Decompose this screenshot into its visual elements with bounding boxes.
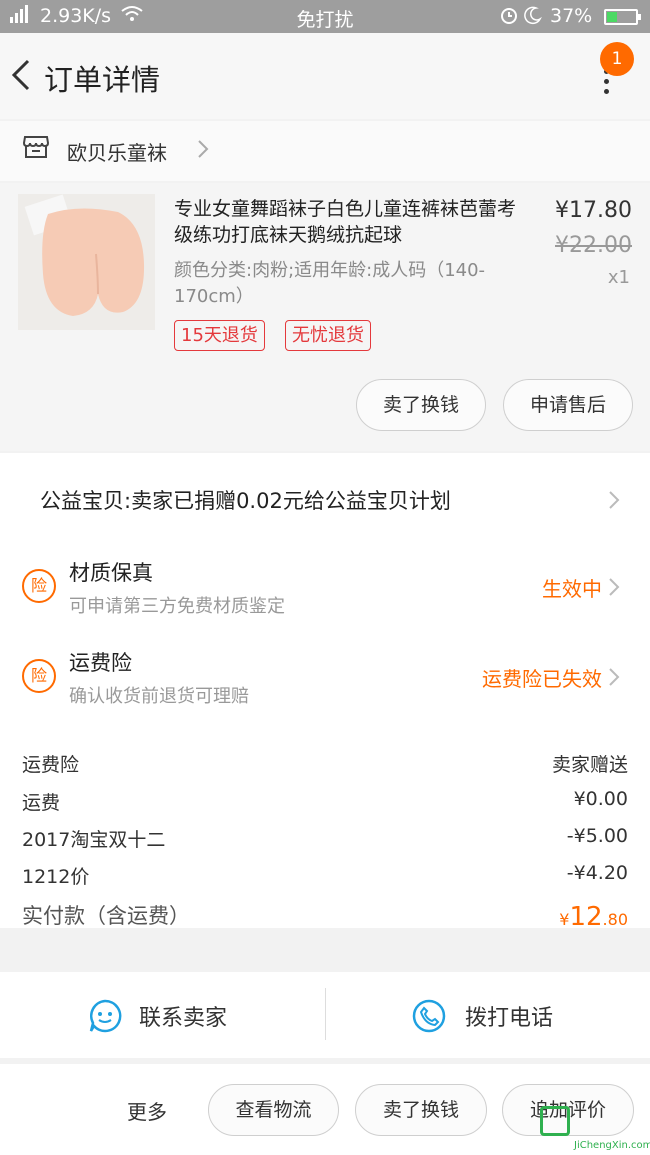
view-logistics-button[interactable]: 查看物流	[208, 1084, 339, 1136]
worry-free-return-tag: 无忧退货	[285, 320, 371, 351]
watermark-text: JiChengXin.com	[574, 1140, 650, 1151]
product-item[interactable]: 专业女童舞蹈袜子白色儿童连裤袜芭蕾考级练功打底袜天鹅绒抗起球 颜色分类:肉粉;适…	[0, 183, 650, 451]
battery-percent: 37%	[550, 5, 593, 27]
shipping-insurance-row[interactable]: 险 运费险 确认收货前退货可理赔 运费险已失效	[0, 635, 650, 725]
phone-icon	[411, 998, 447, 1038]
fee-value: -¥4.20	[566, 862, 628, 884]
resell-button[interactable]: 卖了换钱	[355, 1084, 487, 1136]
chevron-right-icon	[607, 575, 621, 603]
chevron-right-icon	[607, 488, 621, 516]
total-currency: ¥	[559, 910, 570, 929]
service-status: 运费险已失效	[482, 667, 602, 691]
charity-row[interactable]: 公益宝贝:卖家已捐赠0.02元给公益宝贝计划	[0, 453, 650, 545]
product-price: ¥17.80	[555, 198, 632, 223]
chevron-right-icon	[196, 137, 210, 165]
more-button[interactable]: 更多	[127, 1096, 167, 1125]
after-sales-button[interactable]: 申请售后	[503, 379, 633, 431]
fee-summary: 运费险 卖家赠送 运费 ¥0.00 2017淘宝双十二 -¥5.00 1212价…	[0, 725, 650, 932]
battery-icon	[604, 9, 641, 25]
material-guarantee-row[interactable]: 险 材质保真 可申请第三方免费材质鉴定 生效中	[0, 545, 650, 635]
back-icon[interactable]	[8, 55, 38, 95]
product-quantity: x1	[607, 267, 630, 288]
service-description: 可申请第三方免费材质鉴定	[69, 596, 285, 617]
call-button[interactable]: 拨打电话	[325, 972, 650, 1058]
original-price: ¥22.00	[555, 233, 632, 258]
charity-text: 公益宝贝:卖家已捐赠0.02元给公益宝贝计划	[40, 489, 451, 513]
fee-value: -¥5.00	[566, 825, 628, 847]
watermark: JiChengXin.com	[540, 1100, 650, 1155]
service-title: 运费险	[69, 651, 132, 675]
notification-badge: 1	[600, 42, 634, 76]
store-row[interactable]: 欧贝乐童袜	[0, 121, 650, 181]
status-bar: 2.93K/s 免打扰 37%	[0, 0, 650, 33]
total-integer: 12	[569, 902, 603, 932]
store-name[interactable]: 欧贝乐童袜	[67, 137, 167, 166]
fee-value: ¥0.00	[573, 788, 628, 810]
watermark-logo-icon	[540, 1106, 570, 1136]
service-description: 确认收货前退货可理赔	[69, 686, 249, 707]
nav-header: 订单详情 1	[0, 33, 650, 119]
total-label: 实付款（含运费）	[22, 904, 190, 928]
product-spec: 颜色分类:肉粉;适用年龄:成人码（140-170cm）	[174, 260, 486, 307]
service-title: 材质保真	[69, 561, 153, 585]
fee-label: 运费险	[22, 754, 80, 776]
product-thumbnail[interactable]	[18, 194, 155, 330]
insurance-icon: 险	[22, 659, 56, 693]
fee-label: 2017淘宝双十二	[22, 829, 166, 851]
product-name[interactable]: 专业女童舞蹈袜子白色儿童连裤袜芭蕾考级练功打底袜天鹅绒抗起球	[174, 196, 524, 248]
insurance-icon: 险	[22, 569, 56, 603]
return-15-days-tag: 15天退货	[174, 320, 265, 351]
contact-seller-button[interactable]: 联系卖家	[0, 972, 325, 1058]
resell-button[interactable]: 卖了换钱	[356, 379, 486, 431]
fee-label: 运费	[22, 792, 61, 814]
moon-icon	[524, 5, 542, 30]
contact-seller-label: 联系卖家	[139, 1006, 228, 1031]
service-status: 生效中	[542, 577, 602, 601]
page-title: 订单详情	[44, 63, 161, 97]
fee-value: 卖家赠送	[551, 754, 628, 776]
store-icon	[22, 133, 50, 165]
total-decimal: .80	[602, 910, 628, 929]
chat-icon	[87, 998, 123, 1038]
alarm-icon	[500, 5, 518, 30]
contact-bar: 联系卖家 拨打电话	[0, 972, 650, 1058]
chevron-right-icon	[607, 665, 621, 693]
total-amount: ¥12.80	[559, 902, 628, 932]
fee-label: 1212价	[22, 866, 90, 888]
call-label: 拨打电话	[465, 1006, 554, 1031]
